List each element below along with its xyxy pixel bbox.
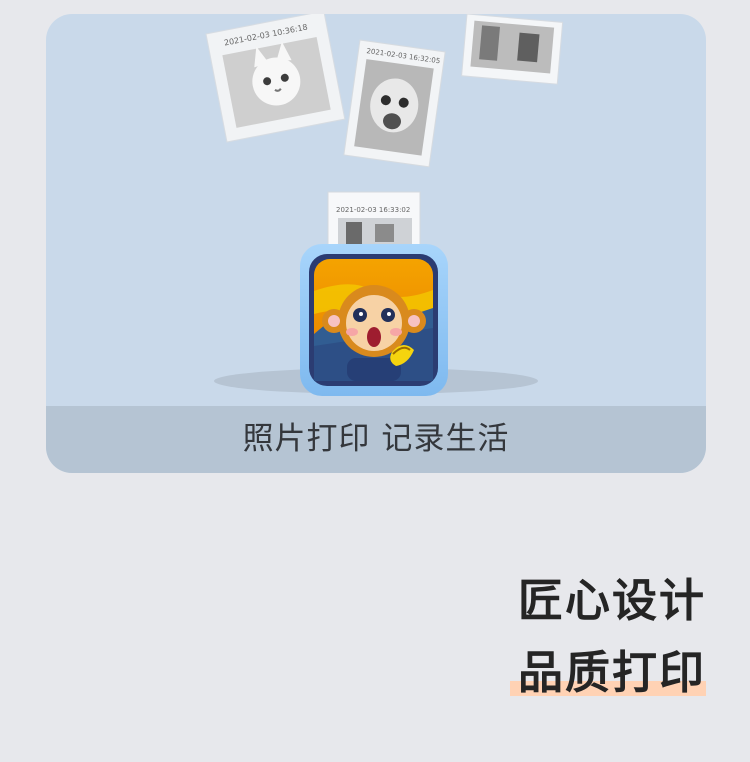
printed-photo-window [461, 14, 564, 85]
mini-photo-printer [300, 244, 448, 396]
printing-photo-timestamp: 2021-02-03 16:33:02 [336, 206, 410, 214]
printed-photo-cat-center: 2021-02-03 16:32:05 [343, 39, 446, 168]
headline-line-1: 匠心设计 [517, 574, 706, 627]
page: 2021-02-03 10:36:18 2021-02-03 16:32:05 [0, 0, 750, 762]
headline-line-2: 品质打印 [517, 646, 706, 699]
printed-photo-cat-left: 2021-02-03 10:36:18 [205, 14, 346, 143]
caption-bar: 照片打印 记录生活 [46, 406, 706, 473]
caption-text: 照片打印 记录生活 [242, 421, 510, 457]
printer-illustration: 2021-02-03 10:36:18 2021-02-03 16:32:05 [205, 14, 564, 396]
hero-banner: 2021-02-03 10:36:18 2021-02-03 16:32:05 [46, 14, 706, 473]
